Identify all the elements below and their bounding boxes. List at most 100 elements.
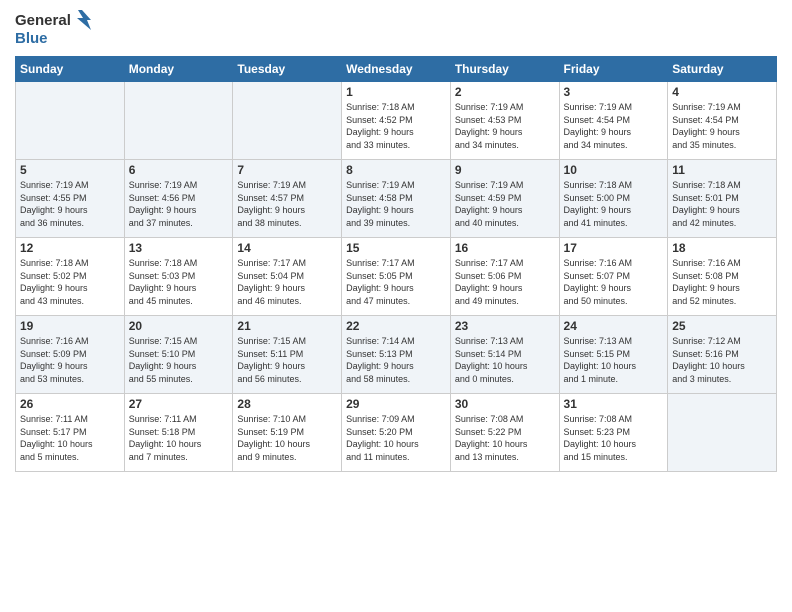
day-info: Sunrise: 7:15 AM Sunset: 5:10 PM Dayligh…: [129, 335, 229, 385]
calendar-cell: 3 Sunrise: 7:19 AM Sunset: 4:54 PM Daylig…: [559, 82, 668, 160]
day-number: 7: [237, 163, 337, 177]
calendar-cell: 6 Sunrise: 7:19 AM Sunset: 4:56 PM Daylig…: [124, 160, 233, 238]
calendar-cell: 22Sunrise: 7:14 AM Sunset: 5:13 PM Dayli…: [342, 316, 451, 394]
calendar-cell: 1Sunrise: 7:18 AM Sunset: 4:52 PM Daylig…: [342, 82, 451, 160]
logo-blue: Blue: [15, 30, 48, 47]
week-row-1: 1Sunrise: 7:18 AM Sunset: 4:52 PM Daylig…: [16, 82, 777, 160]
calendar-cell: 17 Sunrise: 7:16 AM Sunset: 5:07 PM Dayli…: [559, 238, 668, 316]
logo-icon: [73, 10, 91, 30]
day-number: 27: [129, 397, 229, 411]
day-info: Sunrise: 7:14 AM Sunset: 5:13 PM Dayligh…: [346, 335, 446, 385]
day-number: 1: [346, 85, 446, 99]
week-row-5: 26Sunrise: 7:11 AM Sunset: 5:17 PM Dayli…: [16, 394, 777, 472]
day-info: Sunrise: 7:19 AM Sunset: 4:57 PM Dayligh…: [237, 179, 337, 229]
calendar-cell: 12 Sunrise: 7:18 AM Sunset: 5:02 PM Dayli…: [16, 238, 125, 316]
calendar-cell: 2Sunrise: 7:19 AM Sunset: 4:53 PM Daylig…: [450, 82, 559, 160]
week-row-3: 12 Sunrise: 7:18 AM Sunset: 5:02 PM Dayli…: [16, 238, 777, 316]
day-info: Sunrise: 7:17 AM Sunset: 5:06 PM Dayligh…: [455, 257, 555, 307]
day-number: 14: [237, 241, 337, 255]
logo-general: General: [15, 13, 71, 28]
day-number: 9: [455, 163, 555, 177]
calendar-cell: 18 Sunrise: 7:16 AM Sunset: 5:08 PM Dayli…: [668, 238, 777, 316]
day-info: Sunrise: 7:19 AM Sunset: 4:53 PM Dayligh…: [455, 101, 555, 151]
day-info: Sunrise: 7:16 AM Sunset: 5:09 PM Dayligh…: [20, 335, 120, 385]
calendar-cell: 20 Sunrise: 7:15 AM Sunset: 5:10 PM Dayli…: [124, 316, 233, 394]
day-info: Sunrise: 7:16 AM Sunset: 5:08 PM Dayligh…: [672, 257, 772, 307]
calendar-cell: 25 Sunrise: 7:12 AM Sunset: 5:16 PM Dayli…: [668, 316, 777, 394]
day-number: 3: [564, 85, 664, 99]
calendar-cell: 11Sunrise: 7:18 AM Sunset: 5:01 PM Dayli…: [668, 160, 777, 238]
calendar-cell: 14 Sunrise: 7:17 AM Sunset: 5:04 PM Dayli…: [233, 238, 342, 316]
day-info: Sunrise: 7:16 AM Sunset: 5:07 PM Dayligh…: [564, 257, 664, 307]
day-number: 20: [129, 319, 229, 333]
day-info: Sunrise: 7:17 AM Sunset: 5:04 PM Dayligh…: [237, 257, 337, 307]
calendar-cell: [668, 394, 777, 472]
calendar-cell: [124, 82, 233, 160]
day-info: Sunrise: 7:18 AM Sunset: 5:03 PM Dayligh…: [129, 257, 229, 307]
day-number: 19: [20, 319, 120, 333]
day-info: Sunrise: 7:19 AM Sunset: 4:56 PM Dayligh…: [129, 179, 229, 229]
day-info: Sunrise: 7:19 AM Sunset: 4:55 PM Dayligh…: [20, 179, 120, 229]
day-number: 18: [672, 241, 772, 255]
calendar-cell: 5 Sunrise: 7:19 AM Sunset: 4:55 PM Daylig…: [16, 160, 125, 238]
calendar-cell: 28 Sunrise: 7:10 AM Sunset: 5:19 PM Dayli…: [233, 394, 342, 472]
day-number: 6: [129, 163, 229, 177]
calendar-cell: 23Sunrise: 7:13 AM Sunset: 5:14 PM Dayli…: [450, 316, 559, 394]
calendar-cell: 13 Sunrise: 7:18 AM Sunset: 5:03 PM Dayli…: [124, 238, 233, 316]
calendar-cell: 29Sunrise: 7:09 AM Sunset: 5:20 PM Dayli…: [342, 394, 451, 472]
calendar-cell: 15 Sunrise: 7:17 AM Sunset: 5:05 PM Dayli…: [342, 238, 451, 316]
calendar-cell: 16 Sunrise: 7:17 AM Sunset: 5:06 PM Dayli…: [450, 238, 559, 316]
calendar-cell: 4Sunrise: 7:19 AM Sunset: 4:54 PM Daylig…: [668, 82, 777, 160]
day-number: 8: [346, 163, 446, 177]
calendar-cell: 19 Sunrise: 7:16 AM Sunset: 5:09 PM Dayli…: [16, 316, 125, 394]
day-number: 17: [564, 241, 664, 255]
week-row-4: 19 Sunrise: 7:16 AM Sunset: 5:09 PM Dayli…: [16, 316, 777, 394]
day-number: 21: [237, 319, 337, 333]
day-info: Sunrise: 7:18 AM Sunset: 5:00 PM Dayligh…: [564, 179, 664, 229]
day-number: 5: [20, 163, 120, 177]
calendar-cell: 30 Sunrise: 7:08 AM Sunset: 5:22 PM Dayli…: [450, 394, 559, 472]
day-info: Sunrise: 7:10 AM Sunset: 5:19 PM Dayligh…: [237, 413, 337, 463]
day-info: Sunrise: 7:19 AM Sunset: 4:54 PM Dayligh…: [564, 101, 664, 151]
day-number: 15: [346, 241, 446, 255]
day-number: 4: [672, 85, 772, 99]
day-number: 10: [564, 163, 664, 177]
header-saturday: Saturday: [668, 57, 777, 82]
day-info: Sunrise: 7:11 AM Sunset: 5:18 PM Dayligh…: [129, 413, 229, 463]
day-number: 29: [346, 397, 446, 411]
day-number: 30: [455, 397, 555, 411]
day-info: Sunrise: 7:18 AM Sunset: 5:02 PM Dayligh…: [20, 257, 120, 307]
calendar-cell: 31 Sunrise: 7:08 AM Sunset: 5:23 PM Dayli…: [559, 394, 668, 472]
page-container: General Blue SundayMondayTuesdayWednesda…: [0, 0, 792, 477]
day-number: 25: [672, 319, 772, 333]
header-monday: Monday: [124, 57, 233, 82]
day-number: 31: [564, 397, 664, 411]
day-info: Sunrise: 7:17 AM Sunset: 5:05 PM Dayligh…: [346, 257, 446, 307]
header: General Blue: [15, 10, 777, 48]
header-friday: Friday: [559, 57, 668, 82]
day-info: Sunrise: 7:15 AM Sunset: 5:11 PM Dayligh…: [237, 335, 337, 385]
day-info: Sunrise: 7:13 AM Sunset: 5:15 PM Dayligh…: [564, 335, 664, 385]
header-sunday: Sunday: [16, 57, 125, 82]
calendar-cell: 21 Sunrise: 7:15 AM Sunset: 5:11 PM Dayli…: [233, 316, 342, 394]
logo-text: General Blue: [15, 10, 93, 48]
calendar-table: SundayMondayTuesdayWednesdayThursdayFrid…: [15, 56, 777, 472]
week-row-2: 5 Sunrise: 7:19 AM Sunset: 4:55 PM Daylig…: [16, 160, 777, 238]
day-info: Sunrise: 7:12 AM Sunset: 5:16 PM Dayligh…: [672, 335, 772, 385]
day-number: 12: [20, 241, 120, 255]
day-number: 26: [20, 397, 120, 411]
day-info: Sunrise: 7:19 AM Sunset: 4:59 PM Dayligh…: [455, 179, 555, 229]
day-info: Sunrise: 7:13 AM Sunset: 5:14 PM Dayligh…: [455, 335, 555, 385]
day-info: Sunrise: 7:08 AM Sunset: 5:23 PM Dayligh…: [564, 413, 664, 463]
header-tuesday: Tuesday: [233, 57, 342, 82]
calendar-cell: [233, 82, 342, 160]
calendar-header-row: SundayMondayTuesdayWednesdayThursdayFrid…: [16, 57, 777, 82]
day-number: 24: [564, 319, 664, 333]
calendar-cell: 9 Sunrise: 7:19 AM Sunset: 4:59 PM Daylig…: [450, 160, 559, 238]
calendar-cell: [16, 82, 125, 160]
day-number: 28: [237, 397, 337, 411]
day-info: Sunrise: 7:08 AM Sunset: 5:22 PM Dayligh…: [455, 413, 555, 463]
calendar-cell: 24 Sunrise: 7:13 AM Sunset: 5:15 PM Dayli…: [559, 316, 668, 394]
day-number: 16: [455, 241, 555, 255]
day-number: 13: [129, 241, 229, 255]
